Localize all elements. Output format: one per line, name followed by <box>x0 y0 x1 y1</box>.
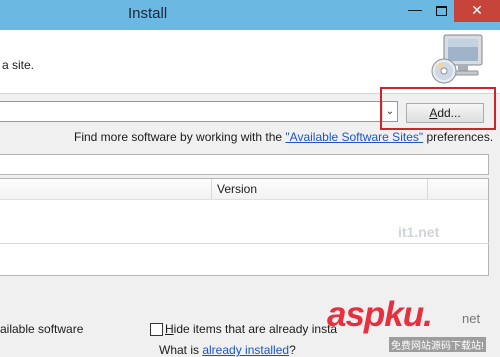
details-divider <box>0 243 489 244</box>
header-description: a site. <box>2 58 35 72</box>
close-button[interactable]: ✕ <box>454 0 500 22</box>
watermark-logo: aspku. <box>327 295 433 335</box>
what-is-installed-text: What is already installed? <box>159 343 296 357</box>
watermark-subtitle: 免费网站源码下载站! <box>389 337 486 352</box>
watermark-faint: it1.net <box>398 224 440 240</box>
column-separator[interactable] <box>211 179 212 199</box>
find-more-text: Find more software by working with the "… <box>74 130 493 144</box>
minimize-button[interactable]: — <box>402 0 428 22</box>
filter-input[interactable] <box>0 154 489 175</box>
hide-installed-label[interactable]: Hide items that are already insta <box>165 322 337 336</box>
available-sites-link[interactable]: "Available Software Sites" <box>285 130 423 144</box>
already-installed-link[interactable]: already installed <box>202 343 289 357</box>
work-with-combo[interactable]: ⌄ <box>0 101 398 122</box>
find-more-suffix: preferences. <box>423 130 494 144</box>
column-separator[interactable] <box>427 179 428 199</box>
window-title: Install <box>128 5 168 22</box>
maximize-button[interactable] <box>428 0 454 22</box>
watermark-brand: aspku <box>327 295 424 334</box>
show-latest-option-label[interactable]: ailable software <box>0 322 83 336</box>
title-bar: Install — ✕ <box>0 0 500 30</box>
watermark-domain: net <box>462 311 481 326</box>
monitor-cd-icon <box>431 34 483 84</box>
hide-installed-checkbox[interactable] <box>150 323 163 336</box>
what-is-suffix: ? <box>289 343 296 357</box>
table-header: Version <box>0 179 488 200</box>
what-is-prefix: What is <box>159 343 203 357</box>
hide-installed-mnemonic: H <box>165 322 174 336</box>
watermark-dot: . <box>423 295 433 334</box>
highlight-box <box>380 87 496 130</box>
column-version[interactable]: Version <box>217 182 257 196</box>
find-more-prefix: Find more software by working with the <box>74 130 286 144</box>
wizard-header: a site. <box>0 30 500 94</box>
hide-installed-text: ide items that are already insta <box>173 322 338 336</box>
